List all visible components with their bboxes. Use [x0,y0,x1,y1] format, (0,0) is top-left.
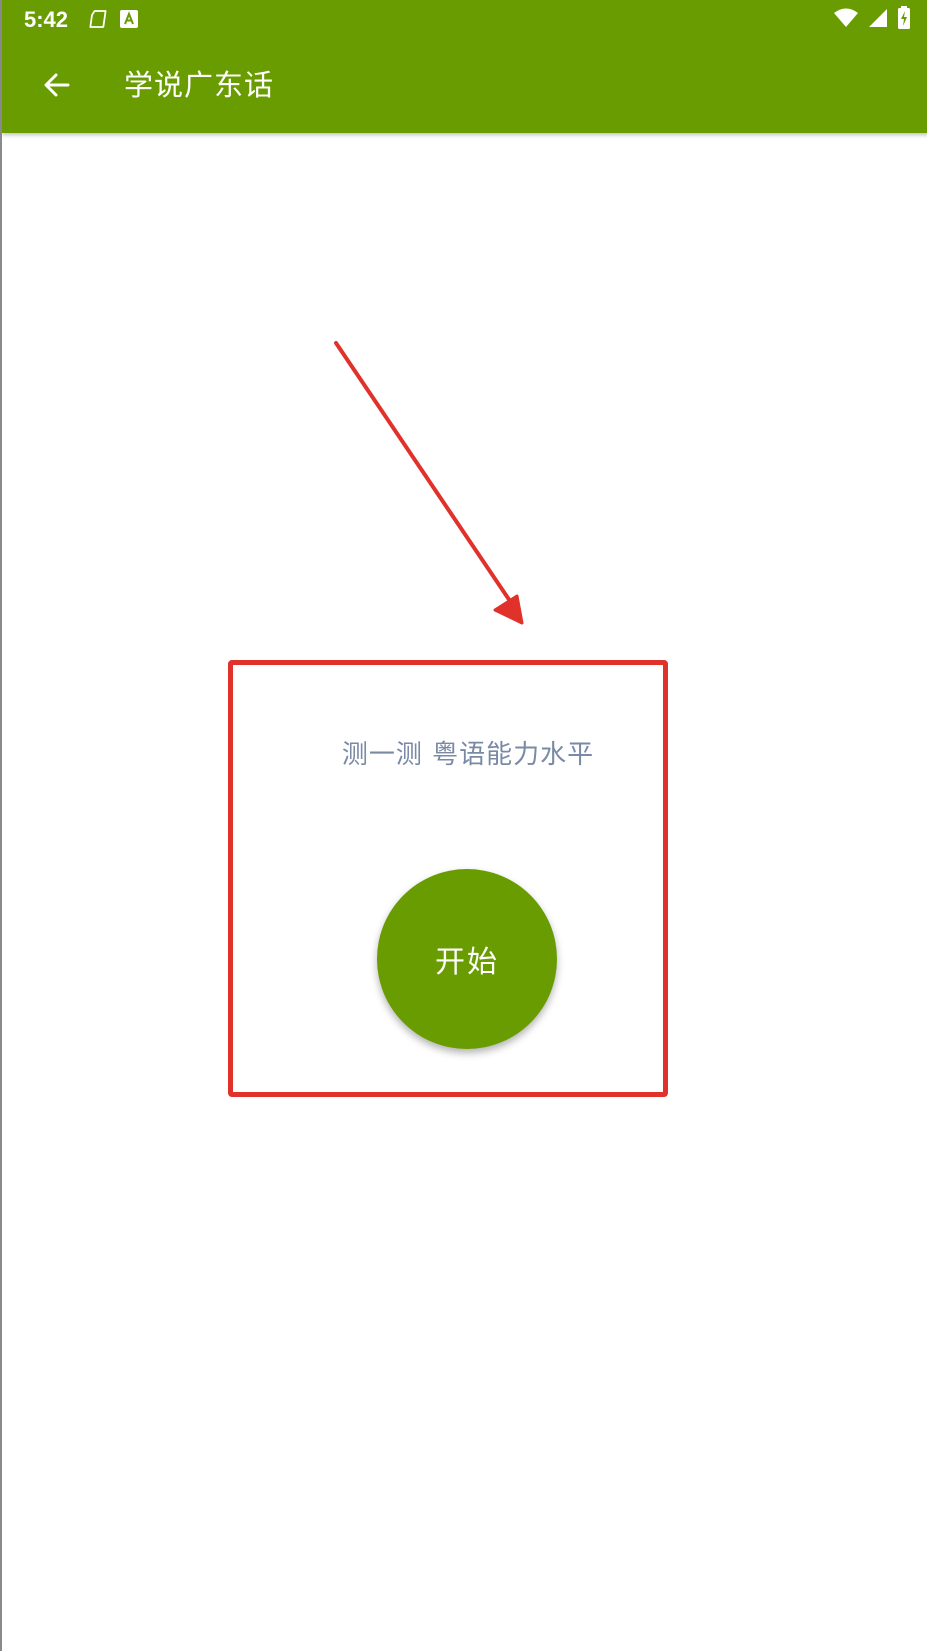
start-button-label: 开始 [435,945,499,980]
app-screen: 5:42 学说广东话 测一测 粤语能力水平 开始 [0,0,927,1651]
status-right-icons [833,6,911,34]
status-bar: 5:42 [2,0,927,40]
storage-icon [86,8,108,30]
keyboard-a-icon [118,8,140,30]
arrow-left-icon [43,71,71,103]
start-button[interactable]: 开始 [377,869,557,1049]
wifi-icon [833,7,859,33]
test-level-label: 测一测 粤语能力水平 [341,740,595,770]
page-title: 学说广东话 [124,68,275,102]
status-time: 5:42 [24,7,69,32]
back-button[interactable] [30,60,84,114]
signal-icon [867,7,889,33]
app-bar: 5:42 学说广东话 [2,0,927,133]
battery-charging-icon [897,6,911,34]
